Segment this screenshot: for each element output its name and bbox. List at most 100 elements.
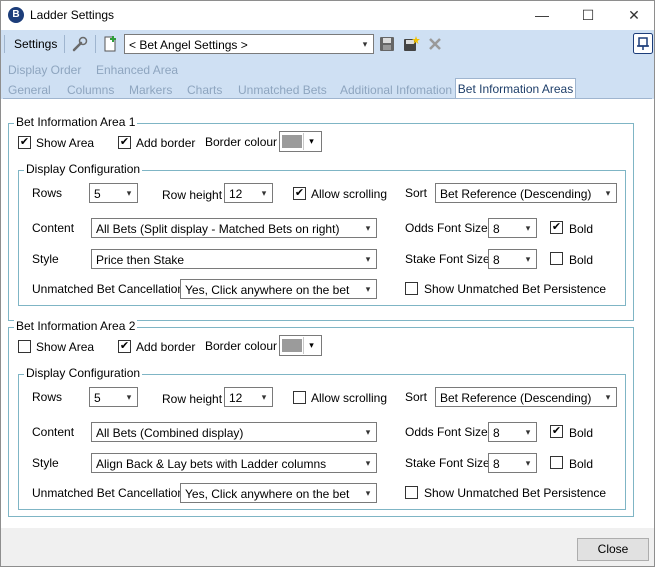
- tab-unmatched-bets[interactable]: Unmatched Bets: [238, 83, 327, 97]
- area-1-border-colour-label: Border colour: [205, 135, 278, 149]
- nav-enhanced-area[interactable]: Enhanced Area: [96, 63, 178, 77]
- bet-angel-logo-icon: B: [8, 7, 24, 23]
- area-1-style-value: Price then Stake: [96, 253, 185, 267]
- area-1-style-select[interactable]: Price then Stake ▾: [91, 249, 377, 269]
- area-2-show-area-checkbox[interactable]: [18, 340, 31, 353]
- area-1-odds-bold-checkbox[interactable]: ✔: [550, 221, 563, 234]
- tab-additional-information[interactable]: Additional Infomation: [340, 83, 452, 97]
- area-1-style-label: Style: [32, 252, 59, 266]
- area-2-sort-value: Bet Reference (Descending): [440, 391, 592, 405]
- area-2-unmatched-cancellation-select[interactable]: Yes, Click anywhere on the bet ▾: [180, 483, 377, 503]
- area-2-allow-scrolling-checkbox[interactable]: [293, 391, 306, 404]
- area-2-odds-font-size-value: 8: [493, 426, 500, 440]
- area-2-style-label: Style: [32, 456, 59, 470]
- new-document-icon[interactable]: [101, 35, 119, 53]
- area-2-allow-scrolling-label: Allow scrolling: [311, 391, 388, 405]
- area-1-content-value: All Bets (Split display - Matched Bets o…: [96, 222, 340, 236]
- area-1-sort-label: Sort: [405, 186, 428, 200]
- area-2-content-label: Content: [32, 425, 75, 439]
- area-2-odds-font-size-select[interactable]: 8 ▾: [488, 422, 537, 442]
- area-2-stake-bold-checkbox[interactable]: [550, 456, 563, 469]
- save-icon[interactable]: [378, 35, 396, 53]
- area-2-content-select[interactable]: All Bets (Combined display) ▾: [91, 422, 377, 442]
- area-1-show-area-checkbox[interactable]: ✔: [18, 136, 31, 149]
- close-window-button[interactable]: ✕: [611, 1, 655, 30]
- bet-information-areas-panel: Bet Information Area 1 ✔ Show Area ✔ Add…: [3, 98, 652, 527]
- wrench-icon[interactable]: [71, 35, 89, 53]
- chevron-down-icon: ▾: [365, 254, 371, 264]
- toolbar: Settings < Bet Angel Settings > ▾: [1, 30, 654, 58]
- area-2-stake-font-size-select[interactable]: 8 ▾: [488, 453, 537, 473]
- area-1-odds-font-size-select[interactable]: 8 ▾: [488, 218, 537, 238]
- area-1-rows-select[interactable]: 5 ▾: [89, 183, 138, 203]
- area-2-content-value: All Bets (Combined display): [96, 426, 244, 440]
- area-1-rows-value: 5: [94, 187, 101, 201]
- area-1-sort-select[interactable]: Bet Reference (Descending) ▾: [435, 183, 617, 203]
- tab-bet-information-areas[interactable]: Bet Information Areas: [455, 78, 576, 100]
- save-as-new-icon[interactable]: [402, 35, 420, 53]
- settings-profile-value: < Bet Angel Settings >: [129, 38, 248, 52]
- title-bar: B Ladder Settings — ☐ ✕: [1, 1, 654, 30]
- area-1-display-configuration-title: Display Configuration: [24, 162, 143, 176]
- pin-icon[interactable]: [633, 33, 653, 54]
- tab-markers[interactable]: Markers: [129, 83, 172, 97]
- area-2-rows-select[interactable]: 5 ▾: [89, 387, 138, 407]
- area-1-row-height-value: 12: [229, 187, 243, 201]
- chevron-down-icon: ▾: [525, 223, 531, 233]
- area-1-show-area-label: Show Area: [36, 136, 95, 150]
- area-1-add-border-checkbox[interactable]: ✔: [118, 136, 131, 149]
- area-1-odds-font-size-label: Odds Font Size: [405, 221, 488, 235]
- area-2-sort-select[interactable]: Bet Reference (Descending) ▾: [435, 387, 617, 407]
- area-1-colour-swatch: [282, 135, 302, 148]
- area-2-stake-font-size-label: Stake Font Size: [405, 456, 490, 470]
- chevron-down-icon: ▾: [525, 254, 531, 264]
- nav-display-order[interactable]: Display Order: [8, 63, 81, 77]
- area-2-odds-bold-checkbox[interactable]: ✔: [550, 425, 563, 438]
- area-1-content-select[interactable]: All Bets (Split display - Matched Bets o…: [91, 218, 377, 238]
- settings-profile-select[interactable]: < Bet Angel Settings > ▾: [124, 34, 374, 54]
- area-2-border-colour-label: Border colour: [205, 339, 278, 353]
- chevron-down-icon: ▾: [126, 392, 132, 402]
- area-2-rows-value: 5: [94, 391, 101, 405]
- area-1-content-label: Content: [32, 221, 75, 235]
- toolbar-grip: [4, 35, 5, 53]
- area-1-unmatched-persistence-checkbox[interactable]: [405, 282, 418, 295]
- settings-label: Settings: [14, 37, 58, 51]
- area-1-row-height-select[interactable]: 12 ▾: [224, 183, 273, 203]
- area-1-border-colour-picker[interactable]: ▾: [279, 131, 322, 152]
- area-2-unmatched-cancellation-label: Unmatched Bet Cancellation: [32, 486, 185, 500]
- area-2-title: Bet Information Area 2: [14, 319, 138, 333]
- tab-general[interactable]: General: [8, 83, 51, 97]
- chevron-down-icon: ▾: [605, 188, 611, 198]
- chevron-down-icon: ▾: [365, 284, 371, 294]
- toolbar-separator: [64, 35, 65, 53]
- chevron-down-icon: ▾: [365, 488, 371, 498]
- area-1-unmatched-cancellation-label: Unmatched Bet Cancellation: [32, 282, 185, 296]
- area-2-row-height-select[interactable]: 12 ▾: [224, 387, 273, 407]
- minimize-button[interactable]: —: [519, 1, 565, 30]
- chevron-down-icon: ▾: [126, 188, 132, 198]
- area-2-odds-font-size-label: Odds Font Size: [405, 425, 488, 439]
- ladder-settings-window: B Ladder Settings — ☐ ✕ Settings < Bet A…: [0, 0, 655, 567]
- area-2-stake-font-size-value: 8: [493, 457, 500, 471]
- area-2-display-configuration-title: Display Configuration: [24, 366, 143, 380]
- area-2-unmatched-cancellation-value: Yes, Click anywhere on the bet: [185, 487, 350, 501]
- area-1-unmatched-cancellation-select[interactable]: Yes, Click anywhere on the bet ▾: [180, 279, 377, 299]
- area-1-odds-bold-label: Bold: [569, 222, 594, 236]
- close-button[interactable]: Close: [577, 538, 649, 561]
- area-2-border-colour-picker[interactable]: ▾: [279, 335, 322, 356]
- area-1-title: Bet Information Area 1: [14, 115, 138, 129]
- area-1-allow-scrolling-checkbox[interactable]: ✔: [293, 187, 306, 200]
- area-2-rows-label: Rows: [32, 390, 63, 404]
- tab-charts[interactable]: Charts: [187, 83, 222, 97]
- tab-columns[interactable]: Columns: [67, 83, 114, 97]
- area-2-style-select[interactable]: Align Back & Lay bets with Ladder column…: [91, 453, 377, 473]
- area-1-stake-font-size-select[interactable]: 8 ▾: [488, 249, 537, 269]
- area-1-stake-bold-checkbox[interactable]: [550, 252, 563, 265]
- dialog-footer: Close: [1, 528, 654, 566]
- delete-icon[interactable]: [426, 35, 444, 53]
- maximize-button[interactable]: ☐: [565, 1, 611, 30]
- area-2-add-border-checkbox[interactable]: ✔: [118, 340, 131, 353]
- area-2-unmatched-persistence-checkbox[interactable]: [405, 486, 418, 499]
- area-2-add-border-label: Add border: [136, 340, 196, 354]
